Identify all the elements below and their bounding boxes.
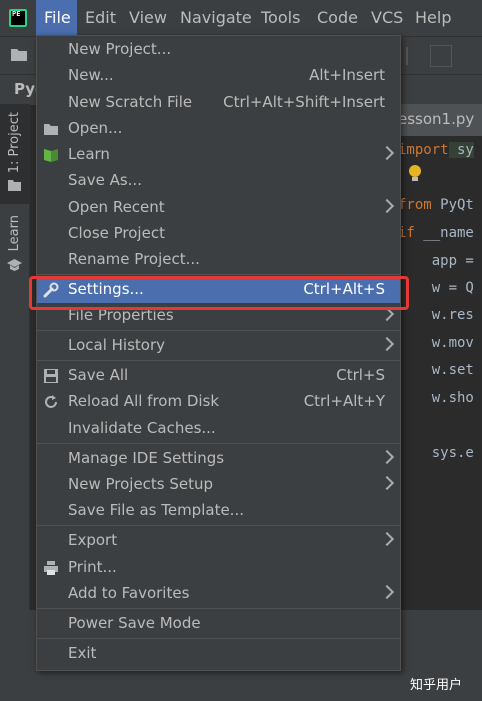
code-line: from PyQt	[398, 197, 474, 213]
menu-tools[interactable]: Tools	[261, 0, 300, 36]
menu-help[interactable]: Help	[415, 0, 451, 36]
menu-item-save-as[interactable]: Save As...	[37, 168, 400, 194]
graduation-cap-icon	[7, 259, 22, 271]
open-folder-icon[interactable]	[11, 48, 28, 61]
menu-item-save-all[interactable]: Save All Ctrl+S	[37, 363, 400, 389]
menu-item-close-project[interactable]: Close Project	[37, 221, 400, 247]
menu-separator	[37, 360, 400, 361]
left-tool-strip: 1: Project Learn	[0, 104, 30, 701]
submenu-arrow-icon	[379, 145, 395, 161]
submenu-arrow-icon	[379, 531, 395, 547]
menu-item-reload-all[interactable]: Reload All from Disk Ctrl+Alt+Y	[37, 389, 400, 415]
code-line: if __name	[398, 225, 474, 241]
printer-icon	[44, 561, 58, 575]
menu-separator	[37, 638, 400, 639]
code-line: sys.e	[398, 445, 474, 461]
submenu-arrow-icon	[379, 198, 395, 214]
editor-tab[interactable]: esson1.py	[398, 104, 482, 136]
learn-tool-tab[interactable]: Learn	[0, 209, 29, 279]
watermark-text: 知乎用户	[410, 678, 463, 693]
folder-icon	[8, 180, 21, 191]
menu-item-power-save-mode[interactable]: Power Save Mode	[37, 611, 400, 637]
menu-item-new-scratch-file[interactable]: New Scratch File Ctrl+Alt+Shift+Insert	[37, 90, 400, 116]
lightbulb-icon[interactable]	[409, 165, 421, 181]
menu-separator	[37, 274, 400, 275]
menu-view[interactable]: View	[129, 0, 167, 36]
code-line: w.res	[398, 307, 474, 323]
menu-separator	[37, 608, 400, 609]
menu-edit[interactable]: Edit	[85, 0, 116, 36]
file-menu-dropdown: New Project... New... Alt+Insert New Scra…	[36, 35, 401, 671]
learn-tab-label: Learn	[7, 215, 22, 252]
menu-item-save-file-as-template[interactable]: Save File as Template...	[37, 498, 400, 524]
code-line: import sy	[398, 142, 474, 158]
project-tool-tab[interactable]: 1: Project	[0, 104, 29, 204]
menu-item-learn[interactable]: Learn	[37, 142, 400, 168]
menu-file[interactable]: File	[36, 0, 77, 36]
menu-item-export[interactable]: Export	[37, 528, 400, 554]
menu-item-new[interactable]: New... Alt+Insert	[37, 63, 400, 89]
menu-separator	[37, 330, 400, 331]
menu-item-local-history[interactable]: Local History	[37, 333, 400, 359]
floppy-disk-icon	[44, 369, 58, 383]
code-line: w.mov	[398, 335, 474, 351]
menu-bar: PE File Edit View Navigate Tools Code VC…	[0, 0, 482, 36]
highlight-annotation	[29, 276, 409, 310]
toolbar-separator	[406, 47, 408, 65]
menu-item-open-recent[interactable]: Open Recent	[37, 195, 400, 221]
folder-icon	[44, 124, 58, 135]
menu-separator	[37, 443, 400, 444]
submenu-arrow-icon	[379, 449, 395, 465]
code-line: w = Q	[398, 280, 474, 296]
menu-item-print[interactable]: Print...	[37, 555, 400, 581]
menu-item-new-project[interactable]: New Project...	[37, 37, 400, 63]
menu-item-new-projects-setup[interactable]: New Projects Setup	[37, 472, 400, 498]
toolbar-button[interactable]	[430, 45, 452, 67]
code-line: app =	[398, 253, 474, 269]
menu-item-exit[interactable]: Exit	[37, 641, 400, 667]
project-tab-label: 1: Project	[7, 112, 22, 174]
menu-item-invalidate-caches[interactable]: Invalidate Caches...	[37, 416, 400, 442]
menu-item-add-to-favorites[interactable]: Add to Favorites	[37, 581, 400, 607]
menu-separator	[37, 525, 400, 526]
menu-vcs[interactable]: VCS	[371, 0, 403, 36]
code-line: w.set	[398, 362, 474, 378]
menu-item-open[interactable]: Open...	[37, 116, 400, 142]
submenu-arrow-icon	[379, 336, 395, 352]
code-line: w.sho	[398, 390, 474, 406]
submenu-arrow-icon	[379, 475, 395, 491]
pycharm-logo-icon: PE	[9, 9, 27, 27]
menu-item-rename-project[interactable]: Rename Project...	[37, 247, 400, 273]
menu-code[interactable]: Code	[317, 0, 358, 36]
menu-navigate[interactable]: Navigate	[180, 0, 252, 36]
reload-icon	[45, 395, 57, 408]
book-icon	[44, 149, 58, 162]
editor-tab-label: esson1.py	[398, 110, 475, 128]
menu-item-manage-ide-settings[interactable]: Manage IDE Settings	[37, 446, 400, 472]
submenu-arrow-icon	[379, 584, 395, 600]
